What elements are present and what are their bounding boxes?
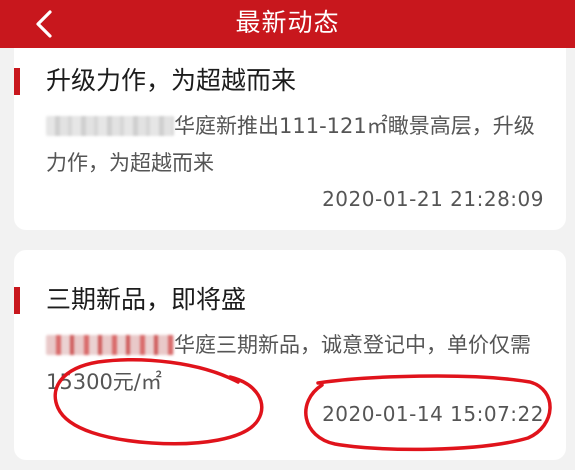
news-body: 华庭三期新品，诚意登记中，单价仅需15300元/㎡ xyxy=(46,327,551,401)
news-timestamp: 2020-01-14 15:07:22 xyxy=(322,402,544,426)
redacted-text xyxy=(46,335,174,355)
accent-bar xyxy=(14,68,20,95)
news-timestamp: 2020-01-21 21:28:09 xyxy=(322,187,544,211)
news-card[interactable]: 升级力作，为超越而来 华庭新推出111-121㎡瞰景高层，升级力作，为超越而来 … xyxy=(14,48,566,230)
app-header: 最新动态 xyxy=(0,0,575,48)
news-title: 升级力作，为超越而来 xyxy=(46,66,297,95)
accent-bar xyxy=(14,287,20,314)
page-title: 最新动态 xyxy=(235,8,340,37)
news-body: 华庭新推出111-121㎡瞰景高层，升级力作，为超越而来 xyxy=(46,108,551,182)
news-title: 三期新品，即将盛 xyxy=(46,285,247,314)
news-card[interactable]: 三期新品，即将盛 华庭三期新品，诚意登记中，单价仅需15300元/㎡ 2020-… xyxy=(14,250,566,460)
redacted-text xyxy=(46,116,174,136)
